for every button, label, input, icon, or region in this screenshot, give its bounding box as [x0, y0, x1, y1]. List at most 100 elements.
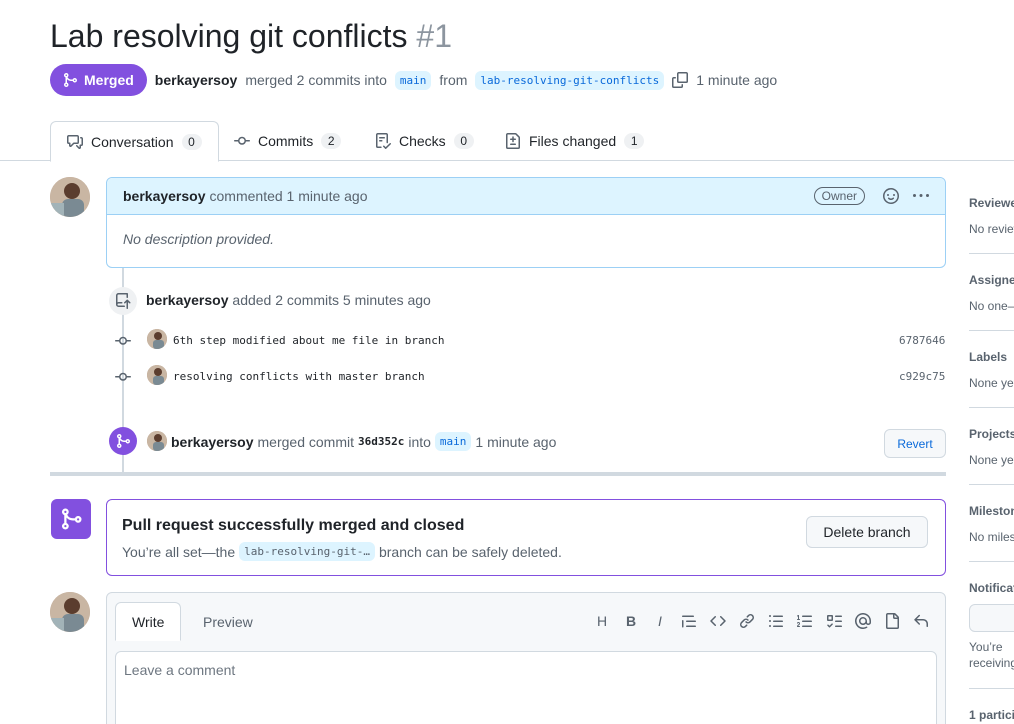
- merged-branch-label: lab-resolving-git-…: [239, 542, 375, 561]
- pr-from-text: from: [439, 72, 468, 88]
- pr-title-text: Lab resolving git conflicts: [50, 18, 408, 54]
- git-merge-icon: [51, 499, 91, 539]
- unordered-list-icon[interactable]: [766, 611, 786, 631]
- sidebar-labels-heading[interactable]: Labels: [969, 350, 1014, 364]
- tab-commits[interactable]: Commits 2: [218, 121, 357, 161]
- pr-title: Lab resolving git conflicts #1: [50, 18, 452, 55]
- commit-sha-link[interactable]: c929c75: [899, 370, 945, 383]
- avatar[interactable]: [147, 431, 167, 451]
- comment-author-link[interactable]: berkayersoy: [123, 188, 206, 204]
- commit-dot-icon: [115, 369, 131, 388]
- mention-icon[interactable]: [853, 611, 873, 631]
- merge-status-prefix: You’re all set—the: [122, 543, 236, 560]
- commits-event-text: berkayersoy added 2 commits 5 minutes ag…: [146, 292, 431, 308]
- merge-status-title: Pull request successfully merged and clo…: [122, 517, 465, 534]
- avatar[interactable]: [50, 592, 90, 632]
- tab-checks-count: 0: [453, 133, 474, 149]
- code-icon[interactable]: [708, 611, 728, 631]
- avatar[interactable]: [147, 365, 167, 385]
- cross-reference-icon[interactable]: [882, 611, 902, 631]
- delete-branch-button[interactable]: Delete branch: [806, 516, 928, 548]
- comment-textarea[interactable]: Leave a comment: [115, 651, 937, 724]
- pr-tabs: Conversation 0 Commits 2 Checks 0 Files …: [0, 121, 1014, 162]
- tab-files-changed[interactable]: Files changed 1: [489, 121, 660, 161]
- tab-preview[interactable]: Preview: [187, 602, 269, 641]
- sidebar-projects-value: None yet: [969, 453, 1014, 467]
- avatar[interactable]: [50, 177, 90, 217]
- subscribe-button[interactable]: [969, 604, 1014, 632]
- sidebar-divider: [969, 688, 1014, 689]
- comment-editor: Write Preview H B I Leave a comment: [106, 592, 946, 724]
- commit-message-link[interactable]: resolving conflicts with master branch: [173, 370, 425, 383]
- pr-number: #1: [416, 18, 452, 54]
- reply-icon[interactable]: [911, 611, 931, 631]
- sidebar-divider: [969, 253, 1014, 254]
- pr-merge-text: merged 2 commits into: [245, 72, 387, 88]
- merge-branch-link[interactable]: main: [434, 432, 472, 451]
- italic-icon[interactable]: I: [650, 611, 670, 631]
- head-branch-link[interactable]: lab-resolving-git-conflicts: [475, 70, 665, 90]
- tab-conversation-count: 0: [181, 133, 202, 150]
- base-branch-link[interactable]: main: [394, 70, 432, 90]
- comment-body: No description provided.: [123, 231, 274, 247]
- sidebar-notifications-heading: Notifications: [969, 581, 1014, 595]
- merge-event-author-link[interactable]: berkayersoy: [171, 434, 254, 450]
- sidebar-projects-heading[interactable]: Projects: [969, 427, 1014, 441]
- pr-author-link[interactable]: berkayersoy: [155, 72, 238, 88]
- merged-status-label: Merged: [84, 72, 134, 88]
- git-merge-icon: [109, 427, 137, 455]
- revert-button[interactable]: Revert: [884, 429, 946, 458]
- git-merge-icon: [64, 73, 78, 87]
- sidebar-labels-value: None yet: [969, 376, 1014, 390]
- sidebar-reviewers-heading[interactable]: Reviewers: [969, 196, 1014, 210]
- link-icon[interactable]: [737, 611, 757, 631]
- sidebar-divider: [969, 561, 1014, 562]
- merge-status-suffix: branch can be safely deleted.: [378, 543, 562, 560]
- merge-event-into: into: [408, 433, 431, 450]
- kebab-horizontal-icon[interactable]: [913, 188, 929, 204]
- sidebar-divider: [969, 330, 1014, 331]
- git-commit-icon: [234, 136, 250, 145]
- commits-event-description: added 2 commits 5 minutes ago: [232, 292, 431, 308]
- comment-box: berkayersoy commented 1 minute ago Owner…: [106, 177, 946, 268]
- sidebar-milestone-value: No milestone: [969, 530, 1014, 544]
- sidebar-divider: [969, 484, 1014, 485]
- tab-commits-label: Commits: [258, 133, 314, 149]
- sidebar-divider: [969, 407, 1014, 408]
- commits-event-author-link[interactable]: berkayersoy: [146, 292, 229, 308]
- sidebar-notifications-value: You’re receiving notifications because y…: [969, 640, 1014, 670]
- merged-status-badge: Merged: [50, 64, 147, 96]
- merge-event-time: 1 minute ago: [475, 433, 557, 450]
- copy-icon[interactable]: [672, 72, 689, 88]
- smiley-icon[interactable]: [883, 188, 899, 204]
- avatar[interactable]: [147, 329, 167, 349]
- sidebar-milestone-heading[interactable]: Milestone: [969, 504, 1014, 518]
- tab-files-changed-label: Files changed: [529, 133, 617, 149]
- merge-status-subtitle: You’re all set—the lab-resolving-git-… b…: [122, 542, 562, 561]
- merge-commit-sha-link[interactable]: 36d352c: [358, 435, 404, 448]
- timeline-divider: [50, 472, 946, 476]
- heading-icon[interactable]: H: [592, 611, 612, 631]
- pr-meta: Merged berkayersoy merged 2 commits into…: [50, 64, 777, 96]
- ordered-list-icon[interactable]: [795, 611, 815, 631]
- comment-action: commented 1 minute ago: [209, 188, 368, 204]
- merge-event-description: merged commit: [257, 433, 354, 450]
- file-diff-icon: [506, 133, 520, 149]
- commit-dot-icon: [115, 333, 131, 352]
- quote-icon[interactable]: [679, 611, 699, 631]
- commit-message-link[interactable]: 6th step modified about me file in branc…: [173, 334, 445, 347]
- merge-event-text: berkayersoy merged commit 36d352c into m…: [171, 432, 556, 451]
- repo-push-icon: [109, 287, 137, 315]
- tasklist-icon[interactable]: [824, 611, 844, 631]
- tab-write[interactable]: Write: [115, 602, 182, 641]
- sidebar-reviewers-value: No reviews: [969, 222, 1014, 236]
- bold-icon[interactable]: B: [621, 611, 641, 631]
- sidebar-assignees-value: No one—: [969, 299, 1014, 313]
- tab-conversation[interactable]: Conversation 0: [50, 121, 219, 162]
- comment-header: berkayersoy commented 1 minute ago Owner: [107, 178, 945, 215]
- owner-badge: Owner: [813, 187, 865, 205]
- tab-checks[interactable]: Checks 0: [359, 121, 490, 161]
- commit-sha-link[interactable]: 6787646: [899, 334, 945, 347]
- pr-time: 1 minute ago: [696, 72, 778, 88]
- sidebar-assignees-heading[interactable]: Assignees: [969, 273, 1014, 287]
